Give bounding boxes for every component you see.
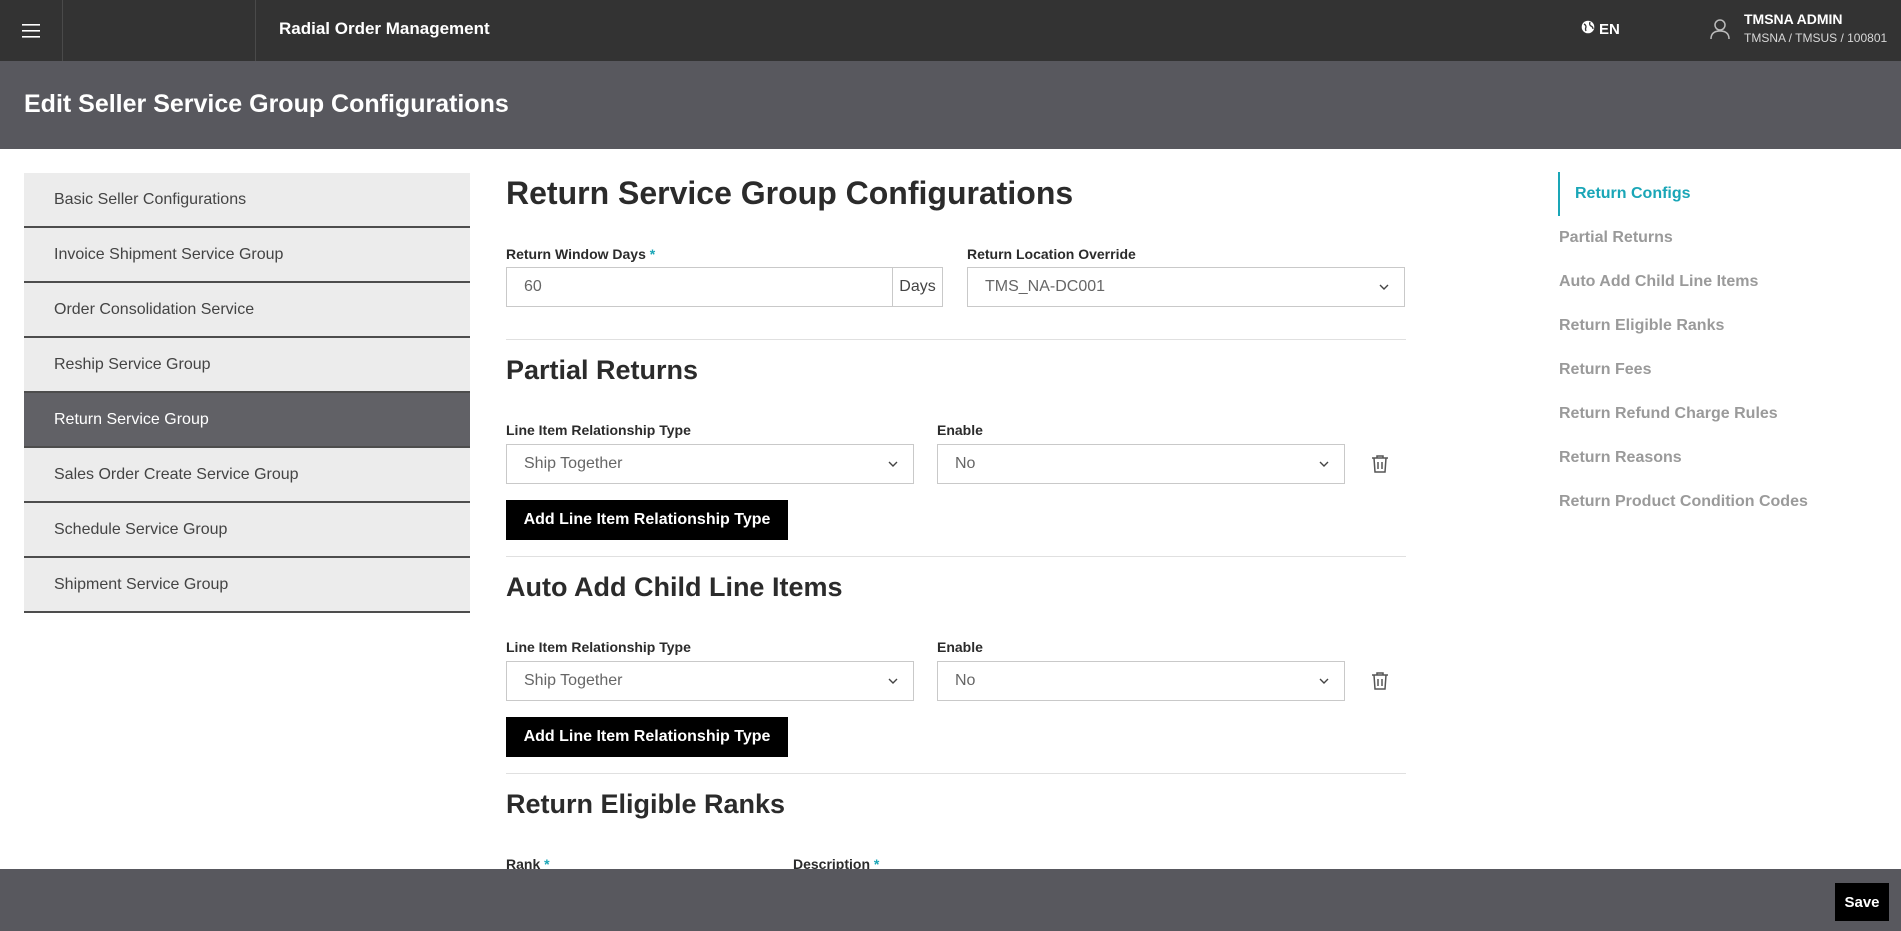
section-title: Return Service Group Configurations bbox=[506, 175, 1074, 211]
nav-item-schedule-service-group[interactable]: Schedule Service Group bbox=[24, 503, 470, 558]
return-window-label-text: Return Window Days bbox=[506, 246, 646, 262]
language-selector[interactable]: EN bbox=[1581, 20, 1620, 38]
toc-return-refund-charge-rules[interactable]: Return Refund Charge Rules bbox=[1558, 392, 1888, 436]
partial-relationship-select[interactable]: Ship Together bbox=[506, 444, 914, 484]
user-org: TMSNA / TMSUS / 100801 bbox=[1744, 31, 1888, 45]
toc-return-reasons[interactable]: Return Reasons bbox=[1558, 436, 1888, 480]
return-window-days-input[interactable]: 60 bbox=[506, 267, 893, 307]
section-toc: Return Configs Partial Returns Auto Add … bbox=[1558, 172, 1888, 524]
partial-relationship-value: Ship Together bbox=[524, 455, 623, 472]
nav-item-basic-seller-configurations[interactable]: Basic Seller Configurations bbox=[24, 173, 470, 228]
divider bbox=[506, 339, 1406, 340]
delete-icon[interactable] bbox=[1371, 671, 1389, 696]
user-name: TMSNA ADMIN bbox=[1744, 11, 1843, 27]
partial-relationship-label: Line Item Relationship Type bbox=[506, 422, 691, 438]
save-button[interactable]: Save bbox=[1835, 883, 1889, 921]
footer-bar: Save bbox=[0, 869, 1901, 931]
menu-icon[interactable] bbox=[0, 0, 63, 61]
logo-area bbox=[63, 0, 256, 61]
auto-enable-label: Enable bbox=[937, 639, 983, 655]
partial-returns-title: Partial Returns bbox=[506, 355, 699, 385]
eligible-ranks-title: Return Eligible Ranks bbox=[506, 789, 786, 819]
toc-return-configs[interactable]: Return Configs bbox=[1558, 172, 1888, 216]
toc-partial-returns[interactable]: Partial Returns bbox=[1558, 216, 1888, 260]
add-relationship-type-button[interactable]: Add Line Item Relationship Type bbox=[506, 717, 788, 757]
return-location-label: Return Location Override bbox=[967, 246, 1136, 262]
divider bbox=[506, 773, 1406, 774]
toc-return-fees[interactable]: Return Fees bbox=[1558, 348, 1888, 392]
required-mark: * bbox=[649, 246, 656, 262]
user-icon[interactable] bbox=[1708, 17, 1732, 46]
toc-return-eligible-ranks[interactable]: Return Eligible Ranks bbox=[1558, 304, 1888, 348]
add-relationship-type-button[interactable]: Add Line Item Relationship Type bbox=[506, 500, 788, 540]
chevron-down-icon bbox=[887, 457, 899, 475]
auto-enable-select[interactable]: No bbox=[937, 661, 1345, 701]
partial-enable-select[interactable]: No bbox=[937, 444, 1345, 484]
days-addon: Days bbox=[893, 267, 943, 307]
toc-auto-add-child-line-items[interactable]: Auto Add Child Line Items bbox=[1558, 260, 1888, 304]
nav-item-sales-order-create-service-group[interactable]: Sales Order Create Service Group bbox=[24, 448, 470, 503]
toc-return-product-condition-codes[interactable]: Return Product Condition Codes bbox=[1558, 480, 1888, 524]
chevron-down-icon bbox=[1378, 280, 1390, 298]
return-location-value: TMS_NA-DC001 bbox=[985, 278, 1106, 295]
auto-relationship-value: Ship Together bbox=[524, 672, 623, 689]
chevron-down-icon bbox=[1318, 674, 1330, 692]
partial-enable-value: No bbox=[955, 455, 976, 472]
globe-icon bbox=[1581, 20, 1595, 38]
nav-item-invoice-shipment-service-group[interactable]: Invoice Shipment Service Group bbox=[24, 228, 470, 283]
auto-relationship-label: Line Item Relationship Type bbox=[506, 639, 691, 655]
language-label: EN bbox=[1599, 20, 1620, 38]
auto-relationship-select[interactable]: Ship Together bbox=[506, 661, 914, 701]
left-nav: Basic Seller Configurations Invoice Ship… bbox=[24, 173, 470, 613]
chevron-down-icon bbox=[1318, 457, 1330, 475]
partial-enable-label: Enable bbox=[937, 422, 983, 438]
nav-item-order-consolidation-service[interactable]: Order Consolidation Service bbox=[24, 283, 470, 338]
nav-item-reship-service-group[interactable]: Reship Service Group bbox=[24, 338, 470, 393]
delete-icon[interactable] bbox=[1371, 454, 1389, 479]
chevron-down-icon bbox=[887, 674, 899, 692]
nav-item-return-service-group[interactable]: Return Service Group bbox=[24, 393, 470, 448]
page-header: Edit Seller Service Group Configurations bbox=[0, 61, 1901, 149]
auto-enable-value: No bbox=[955, 672, 976, 689]
auto-add-title: Auto Add Child Line Items bbox=[506, 572, 843, 602]
nav-item-shipment-service-group[interactable]: Shipment Service Group bbox=[24, 558, 470, 613]
top-bar: Radial Order Management EN TMSNA ADMIN T… bbox=[0, 0, 1901, 61]
return-location-select[interactable]: TMS_NA-DC001 bbox=[967, 267, 1405, 307]
page-title: Edit Seller Service Group Configurations bbox=[24, 90, 509, 118]
divider bbox=[506, 556, 1406, 557]
return-window-label: Return Window Days * bbox=[506, 246, 655, 262]
app-title: Radial Order Management bbox=[279, 19, 490, 38]
